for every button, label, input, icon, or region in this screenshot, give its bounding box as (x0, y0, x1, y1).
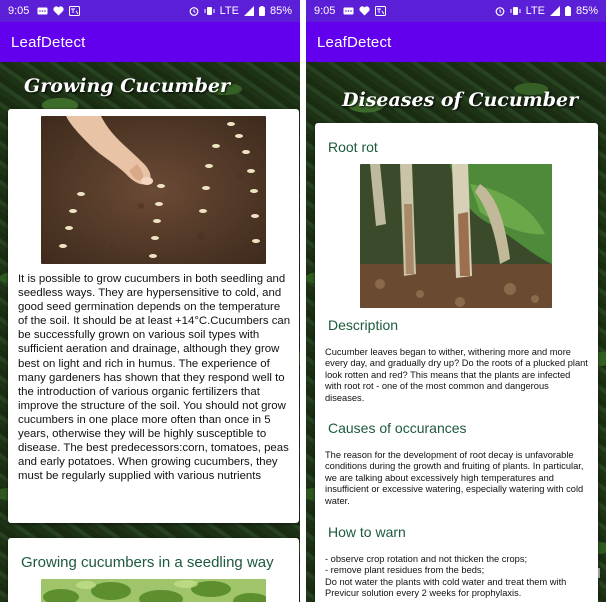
scrollbar-indicator[interactable] (598, 568, 600, 578)
causes-heading: Causes of occurances (328, 420, 467, 436)
heart-icon (359, 6, 371, 16)
description-text: Cucumber leaves began to wither, witheri… (325, 347, 588, 403)
alarm-icon (495, 7, 505, 16)
warn-list: - observe crop rotation and not thicken … (325, 554, 588, 600)
seed-planting-photo (41, 116, 266, 264)
causes-text: The reason for the development of root d… (325, 450, 584, 506)
battery-icon (564, 6, 571, 16)
sms-icon (343, 7, 354, 14)
page-title: Growing Cucumber (24, 75, 231, 97)
sms-icon (37, 7, 48, 14)
right-screen: 9:05 LTE 85% LeafDetect Diseases of Cucu… (306, 0, 606, 602)
vibrate-icon (204, 7, 215, 15)
page-title: Diseases of Cucumber (342, 89, 579, 111)
warn-heading: How to warn (328, 524, 406, 540)
warn-line: - remove plant residues from the beds; (325, 565, 485, 576)
disease-title: Root rot (328, 139, 378, 155)
growing-card: It is possible to grow cucumbers in both… (8, 109, 299, 523)
warn-line: Do not water the plants with cold water … (325, 576, 567, 599)
disease-card: Root rot Description Cucumber leaves beg… (315, 123, 598, 602)
app-bar-title: LeafDetect (306, 22, 606, 62)
app-bar-title: LeafDetect (0, 22, 300, 62)
description-heading: Description (328, 317, 399, 333)
root-rot-photo (360, 164, 552, 308)
signal-icon (243, 6, 254, 16)
network-label: LTE (219, 5, 239, 17)
seedling-photo (41, 579, 266, 602)
growing-body-text: It is possible to grow cucumbers in both… (18, 273, 291, 483)
vibrate-icon (510, 7, 521, 15)
translate-icon (375, 6, 387, 16)
seedling-card-title: Growing cucumbers in a seedling way (21, 554, 274, 571)
status-bar: 9:05 LTE 85% (306, 0, 606, 22)
heart-icon (53, 6, 65, 16)
status-time: 9:05 (314, 5, 336, 17)
battery-icon (258, 6, 265, 16)
alarm-icon (189, 7, 199, 16)
warn-line: - observe crop rotation and not thicken … (325, 554, 528, 564)
network-label: LTE (525, 5, 545, 17)
signal-icon (549, 6, 560, 16)
battery-percent: 85% (575, 5, 598, 17)
status-bar: 9:05 LTE 85% (0, 0, 300, 22)
seedling-card[interactable]: Growing cucumbers in a seedling way (8, 538, 299, 602)
status-time: 9:05 (8, 5, 30, 17)
left-screen: 9:05 LTE 85% LeafDetect Growing Cucumber (0, 0, 300, 602)
battery-percent: 85% (269, 5, 292, 17)
translate-icon (69, 6, 81, 16)
